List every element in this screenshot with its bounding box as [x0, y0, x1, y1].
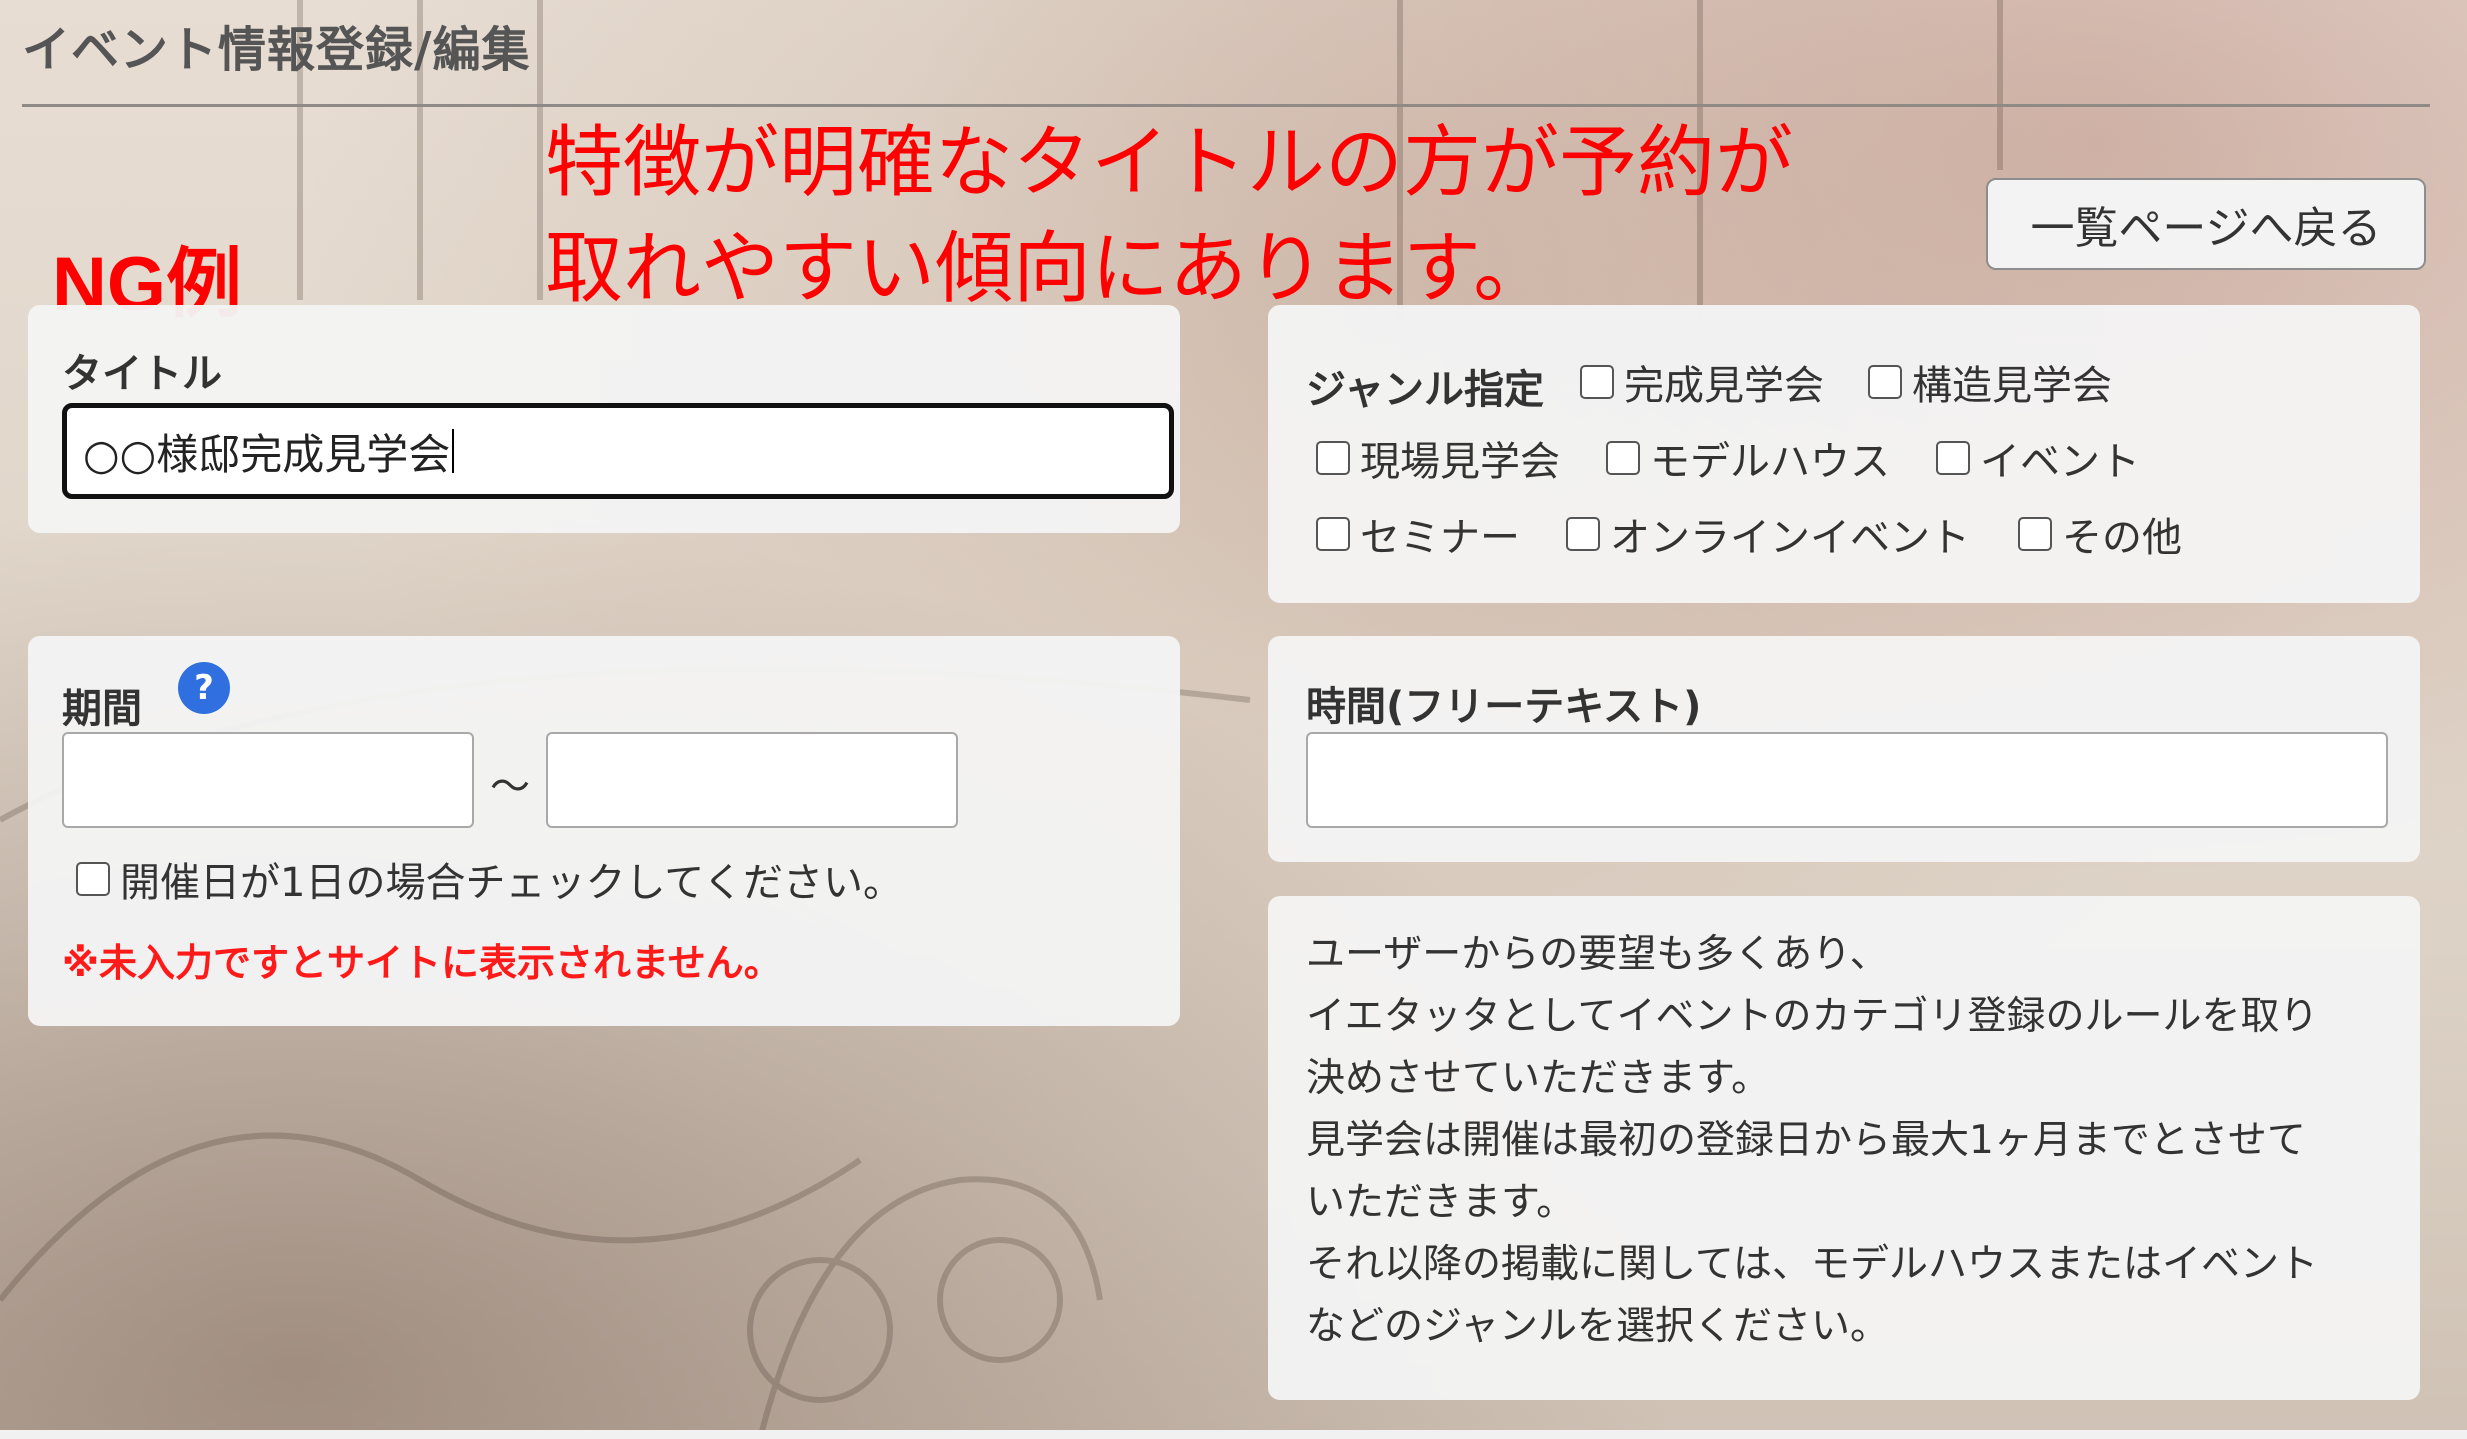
time-card: 時間(フリーテキスト)	[1268, 636, 2420, 862]
time-input[interactable]	[1306, 732, 2388, 828]
notice-line: いただきます。	[1306, 1180, 1576, 1225]
title-label: タイトル	[62, 351, 222, 397]
single-day-label: 開催日が1日の場合チェックしてください。	[120, 860, 904, 906]
page-title: イベント情報登録/編集	[22, 22, 531, 78]
genre-option-label: 現場見学会	[1360, 439, 1560, 485]
notice-line: それ以降の掲載に関しては、モデルハウスまたはイベント	[1306, 1242, 2319, 1287]
genre-option-seminar[interactable]: セミナー	[1316, 505, 1520, 563]
checkbox[interactable]	[1316, 517, 1350, 551]
genre-label: ジャンル指定	[1306, 367, 1544, 413]
notice-line: 見学会は開催は最初の登録日から最大1ヶ月までとさせて	[1306, 1118, 2306, 1163]
notice-line: ユーザーからの要望も多くあり、	[1306, 932, 1889, 977]
checkbox[interactable]	[1868, 365, 1902, 399]
genre-option-label: セミナー	[1360, 515, 1520, 561]
genre-option-online-event[interactable]: オンラインイベント	[1566, 505, 1970, 563]
period-label: 期間	[62, 686, 142, 732]
single-day-checkbox[interactable]: 開催日が1日の場合チェックしてください。	[76, 850, 903, 908]
title-input-value: ○○様邸完成見学会	[83, 429, 451, 479]
title-input[interactable]: ○○様邸完成見学会	[62, 403, 1174, 499]
back-to-list-button[interactable]: 一覧ページへ戻る	[1986, 178, 2426, 270]
text-caret	[452, 429, 455, 473]
genre-option-label: その他	[2062, 515, 2182, 561]
period-separator: ～	[490, 764, 530, 810]
genre-option-label: 構造見学会	[1912, 363, 2112, 409]
period-card: 期間 ? ～ 開催日が1日の場合チェックしてください。 ※未入力ですとサイトに表…	[28, 636, 1180, 1026]
genre-option-label: イベント	[1980, 439, 2140, 485]
checkbox[interactable]	[76, 862, 110, 896]
checkbox[interactable]	[1606, 441, 1640, 475]
help-icon[interactable]: ?	[178, 662, 230, 714]
notice-line: イエタッタとしてイベントのカテゴリ登録のルールを取り	[1306, 994, 2319, 1039]
genre-card: ジャンル指定 完成見学会 構造見学会 現場見学会 モデルハウス イベント セミナ…	[1268, 305, 2420, 603]
genre-option-other[interactable]: その他	[2018, 505, 2182, 563]
notice-line: などのジャンルを選択ください。	[1306, 1304, 1890, 1349]
time-label: 時間(フリーテキスト)	[1306, 684, 1702, 730]
warning-text: ※未入力ですとサイトに表示されません。	[62, 941, 782, 985]
notice-card: ユーザーからの要望も多くあり、 イエタッタとしてイベントのカテゴリ登録のルールを…	[1268, 896, 2420, 1400]
title-card: タイトル ○○様邸完成見学会	[28, 305, 1180, 533]
period-start-input[interactable]	[62, 732, 474, 828]
checkbox[interactable]	[2018, 517, 2052, 551]
checkbox[interactable]	[1566, 517, 1600, 551]
genre-option-genba[interactable]: 現場見学会	[1316, 429, 1560, 487]
genre-option-label: モデルハウス	[1650, 439, 1890, 485]
annotation-line-1: 特徴が明確なタイトルの方が予約が	[545, 118, 1794, 208]
genre-option-model-house[interactable]: モデルハウス	[1606, 429, 1890, 487]
checkbox[interactable]	[1580, 365, 1614, 399]
notice-line: 決めさせていただきます。	[1306, 1056, 1771, 1101]
genre-option-label: オンラインイベント	[1610, 515, 1970, 561]
genre-option-label: 完成見学会	[1624, 363, 1824, 409]
genre-option-kouzou[interactable]: 構造見学会	[1868, 353, 2112, 411]
annotation-text: 特徴が明確なタイトルの方が予約が 取れやすい傾向にあります。	[545, 110, 1793, 322]
checkbox[interactable]	[1936, 441, 1970, 475]
checkbox[interactable]	[1316, 441, 1350, 475]
genre-option-kansei[interactable]: 完成見学会	[1580, 353, 1824, 411]
bottom-strip	[0, 1430, 2467, 1439]
title-divider	[22, 104, 2430, 107]
period-end-input[interactable]	[546, 732, 958, 828]
genre-option-event[interactable]: イベント	[1936, 429, 2140, 487]
